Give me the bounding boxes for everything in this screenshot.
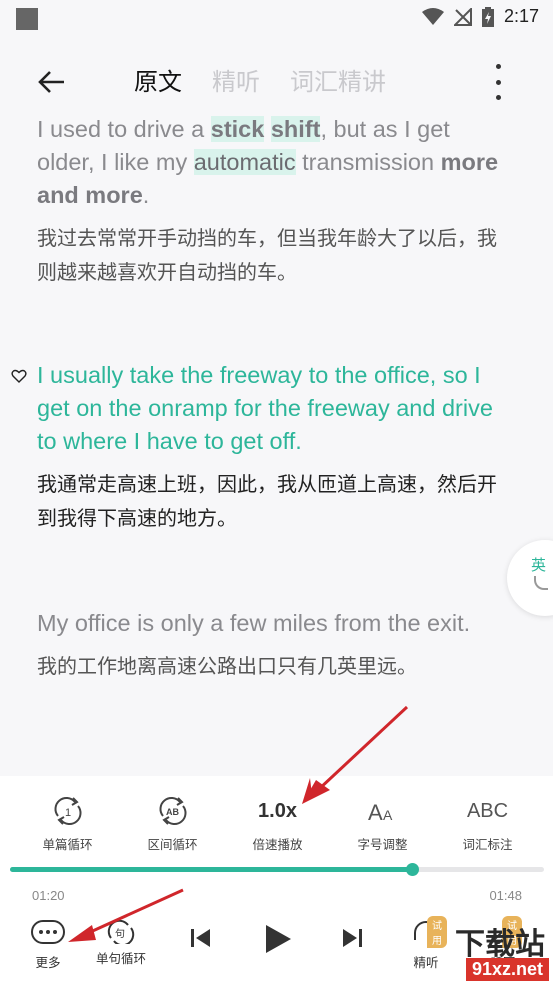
sentence-english: I usually take the freeway to the office… — [37, 362, 493, 454]
text-segment: . — [142, 182, 150, 208]
status-bar: 2:17 — [0, 0, 553, 38]
overflow-dot — [495, 95, 501, 100]
tab-bar: 原文 精听 词汇精讲 — [134, 62, 386, 97]
sentence-translation: 我的工作地离高速公路出口只有几英里远。 — [37, 654, 417, 678]
svg-text:AB: AB — [166, 807, 179, 817]
no-signal-icon — [453, 7, 472, 26]
vocab-highlight[interactable]: automatic — [193, 149, 296, 175]
site-watermark: 下载站 91xz.net — [383, 919, 551, 981]
play-icon — [266, 925, 291, 953]
progress-bar[interactable] — [10, 863, 544, 876]
battery-charging-icon — [481, 6, 494, 27]
app-notification-icon — [16, 8, 38, 30]
clock: 2:17 — [503, 6, 539, 26]
sentence-english: I used to drive a stick shift, but as I … — [37, 113, 507, 212]
progress-thumb[interactable] — [405, 863, 419, 876]
single-loop-label: 单篇循环 — [42, 837, 93, 852]
sentence-translation: 我通常走高速上班，因此，我从匝道上高速，然后开到我得下高速的地方。 — [37, 472, 497, 530]
svg-text:A: A — [368, 800, 383, 823]
transcript: I used to drive a stick shift, but as I … — [0, 110, 553, 776]
vocab-annotation-button[interactable]: ABC 词汇标注 — [435, 794, 540, 853]
tab-original[interactable]: 原文 — [134, 62, 182, 97]
repeat-one-icon: 1 — [53, 797, 82, 825]
play-button[interactable] — [264, 924, 292, 958]
skip-next-icon — [343, 929, 362, 947]
ab-loop-label: 区间循环 — [147, 837, 198, 852]
back-button[interactable] — [32, 62, 72, 102]
speed-label: 倍速播放 — [252, 837, 303, 852]
speed-button[interactable]: 1.0x 倍速播放 — [225, 794, 330, 853]
status-indicators: 2:17 — [421, 6, 539, 27]
font-size-icon: AA — [368, 800, 393, 823]
toolbar: 1 单篇循环 AB 区间循环 1.0x 倍速播放 AA 字号调整 ABC 词汇标… — [0, 794, 553, 853]
more-label: 更多 — [35, 955, 61, 970]
next-button[interactable] — [341, 928, 363, 952]
single-loop-button[interactable]: 1 单篇循环 — [15, 794, 120, 853]
sentence-loop-label: 单句循环 — [96, 951, 147, 966]
font-size-label: 字号调整 — [357, 837, 408, 852]
skip-previous-icon — [191, 929, 210, 947]
speed-value: 1.0x — [258, 799, 297, 822]
text-segment — [264, 116, 271, 142]
text-segment: I used to drive a — [37, 116, 211, 142]
watermark-domain: 91xz.net — [465, 958, 549, 981]
heart-icon[interactable] — [11, 368, 27, 384]
sentence-english: My office is only a few miles from the e… — [37, 610, 471, 636]
transcript-sentence-1[interactable]: I used to drive a stick shift, but as I … — [37, 113, 507, 289]
swap-icon — [534, 576, 548, 590]
vocab-glyph: ABC — [466, 799, 509, 822]
more-dots-icon — [31, 920, 65, 944]
vocab-annotation-label: 词汇标注 — [462, 837, 513, 852]
progress-fill — [10, 867, 412, 872]
ab-loop-button[interactable]: AB 区间循环 — [120, 794, 225, 853]
current-time: 01:20 — [32, 888, 65, 903]
transcript-sentence-3[interactable]: My office is only a few miles from the e… — [37, 607, 507, 683]
sentence-loop-button[interactable]: 句 单句循环 — [96, 920, 146, 967]
overflow-dot — [495, 64, 501, 69]
watermark-title: 下载站 — [455, 927, 545, 962]
language-label: 英 — [531, 556, 547, 574]
wifi-icon — [421, 7, 444, 25]
transcript-sentence-2-current[interactable]: I usually take the freeway to the office… — [37, 359, 507, 535]
overflow-dot — [495, 79, 501, 85]
text-segment: transmission — [295, 149, 441, 175]
svg-text:句: 句 — [115, 927, 125, 940]
more-button[interactable]: 更多 — [31, 920, 65, 971]
total-time: 01:48 — [489, 888, 522, 903]
sentence-repeat-icon: 句 — [107, 920, 135, 944]
tab-vocabulary[interactable]: 词汇精讲 — [290, 62, 386, 97]
overflow-menu-button[interactable] — [483, 64, 513, 100]
ab-repeat-icon: AB — [158, 797, 187, 825]
language-toggle-button[interactable]: 英 — [507, 540, 553, 616]
svg-text:A: A — [383, 807, 393, 823]
vocab-highlight[interactable]: stick — [210, 116, 265, 142]
vocab-highlight[interactable]: shift — [270, 116, 321, 142]
previous-button[interactable] — [190, 928, 212, 952]
tab-intensive-listening[interactable]: 精听 — [212, 62, 260, 97]
arrow-left-icon — [38, 71, 64, 93]
sentence-translation: 我过去常常开手动挡的车，但当我年龄大了以后，我则越来越喜欢开自动挡的车。 — [37, 226, 497, 284]
svg-text:1: 1 — [65, 807, 71, 819]
font-size-button[interactable]: AA 字号调整 — [330, 794, 435, 853]
